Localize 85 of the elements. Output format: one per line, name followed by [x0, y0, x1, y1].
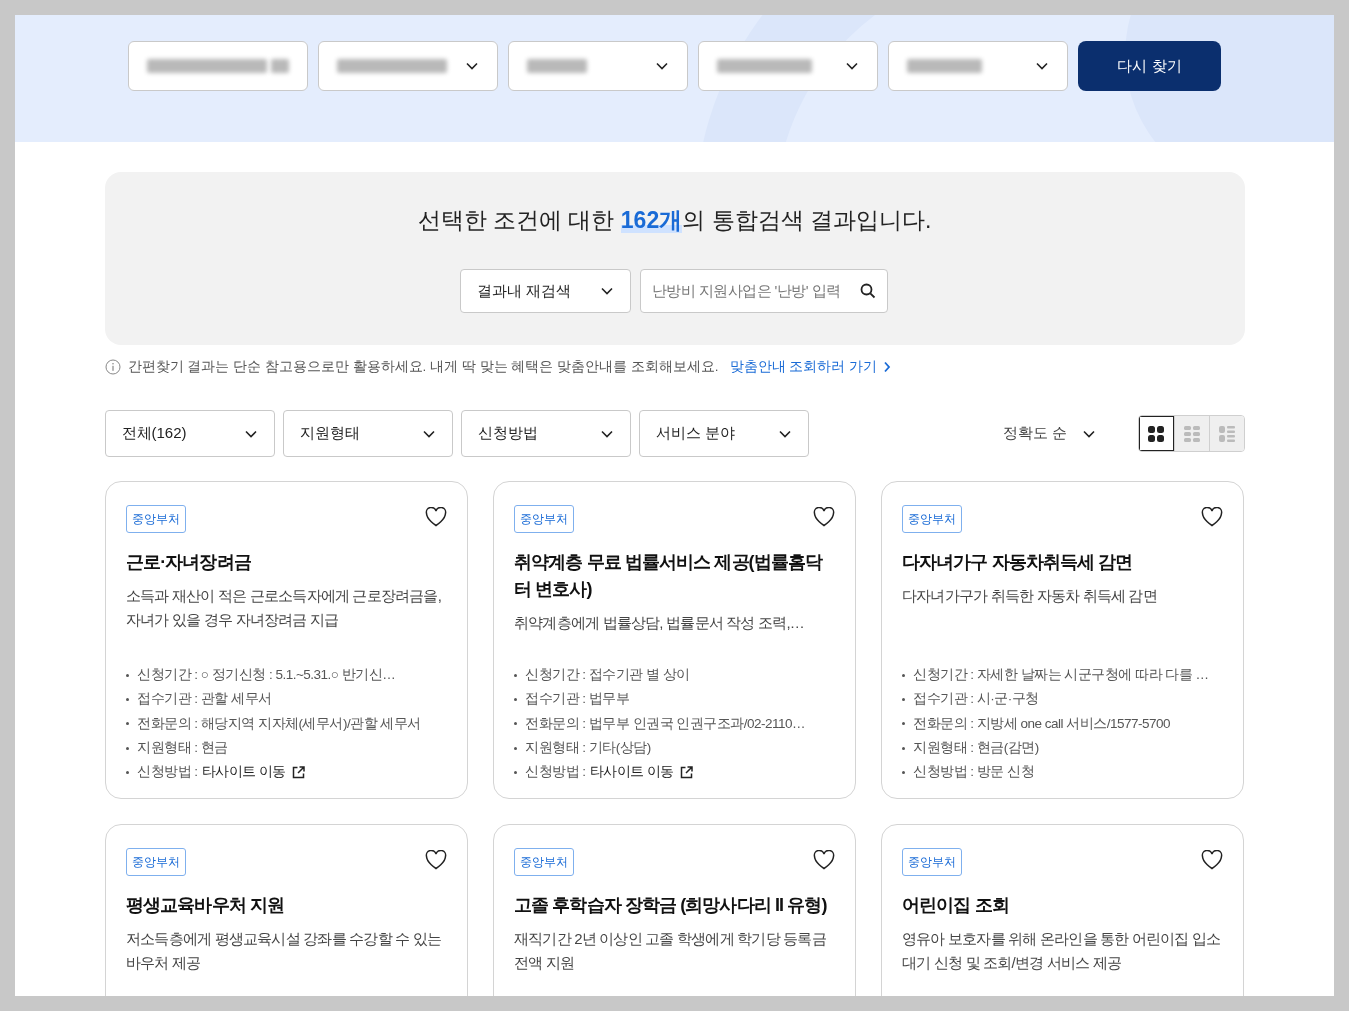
result-summary: 선택한 조건에 대한 162개의 통합검색 결과입니다. — [417, 206, 932, 235]
bullet-icon — [514, 697, 517, 701]
bullet-icon — [514, 673, 517, 677]
detail-text: 지원형태 : 기타(상담) — [525, 738, 651, 757]
benefit-title[interactable]: 어린이집 조회 — [902, 892, 1223, 919]
search-again-button[interactable]: 다시 찾기 — [1078, 41, 1221, 91]
detail-label: 신청방법 : — [137, 763, 198, 782]
bullet-icon — [126, 673, 129, 677]
benefit-card[interactable]: 중앙부처 평생교육바우처 지원 저소득층에게 평생교육시설 강좌를 수강할 수 있는 바우처 제공 — [105, 824, 468, 996]
search-icon[interactable] — [859, 283, 876, 299]
filter-dropdown[interactable]: 신청방법 — [460, 410, 631, 457]
bullet-icon — [902, 673, 905, 677]
detail-text: 전화문의 : 지방세 one call 서비스/1577-5700 — [913, 714, 1171, 733]
filter-dropdown[interactable]: 전체(162) — [104, 410, 275, 457]
category-tag: 중앙부처 — [126, 505, 186, 533]
bullet-icon — [902, 722, 905, 726]
heart-icon[interactable] — [425, 507, 447, 527]
filter-dropdown[interactable]: 지원형태 — [282, 410, 453, 457]
view-mode-button[interactable] — [1138, 416, 1174, 451]
external-site-link[interactable]: 타사이트 이동 — [589, 760, 693, 785]
benefit-description: 저소득층에게 평생교육시설 강좌를 수강할 수 있는 바우처 제공 — [126, 929, 443, 973]
heart-icon[interactable] — [813, 850, 835, 870]
category-tag: 중앙부처 — [902, 505, 962, 533]
benefit-card[interactable]: 중앙부처 취약계층 무료 법률서비스 제공(법률홈닥터 변호사) 취약계층에게 법률상담, 법률문서 작성 조력,… 신청기간 : 접수기관 별 상이 접수기관 : 법무부 전화문의 : 법무부 인권국 인권구조과/02-2110… 지원형태 : 기타(상담) 신청방법 : 타사이트 이동 — [493, 481, 856, 799]
detail-text: 접수기관 : 시·군·구청 — [913, 690, 1039, 709]
custom-guide-link[interactable]: 맞춤안내 조회하러 가기 — [729, 358, 892, 376]
benefit-description: 영유아 보호자를 위해 온라인을 통한 어린이집 입소대기 신청 및 조회/변경 서비스 제공 — [902, 929, 1222, 973]
tiles-icon — [1183, 425, 1200, 442]
benefit-description: 다자녀가구가 취득한 자동차 취득세 감면 — [902, 586, 1158, 606]
benefit-description: 재직기간 2년 이상인 고졸 학생에게 학기당 등록금 전액 지원 — [514, 929, 827, 973]
benefit-card[interactable]: 중앙부처 어린이집 조회 영유아 보호자를 위해 온라인을 통한 어린이집 입소대기 신청 및 조회/변경 서비스 제공 — [881, 824, 1244, 996]
benefit-description: 소득과 재산이 적은 근로소득자에게 근로장려금을, 자녀가 있을 경우 자녀장려금 지급 — [126, 586, 443, 630]
bullet-icon — [514, 746, 517, 750]
notice-text: 간편찾기 결과는 단순 참고용으로만 활용하세요. 내게 딱 맞는 혜택은 맞춤안내를 조회해보세요. — [127, 358, 719, 376]
detail-label: 신청방법 : — [525, 763, 586, 782]
benefit-title[interactable]: 다자녀가구 자동차취득세 감면 — [902, 549, 1223, 576]
external-link-icon — [679, 765, 693, 779]
heart-icon[interactable] — [1201, 507, 1223, 527]
benefit-card[interactable]: 중앙부처 고졸 후학습자 장학금 (희망사다리 II 유형) 재직기간 2년 이상인 고졸 학생에게 학기당 등록금 전액 지원 — [493, 824, 856, 996]
detail-text: 지원형태 : 현금 — [137, 738, 228, 757]
detail-text: 신청기간 : 접수기관 별 상이 — [525, 666, 690, 684]
bullet-icon — [902, 770, 905, 774]
detail-text: 지원형태 : 현금(감면) — [913, 738, 1039, 757]
bullet-icon — [126, 722, 129, 726]
benefit-card[interactable]: 중앙부처 다자녀가구 자동차취득세 감면 다자녀가구가 취득한 자동차 취득세 감면 신청기간 : 자세한 날짜는 시군구청에 따라 다를 … 접수기관 : 시·군·구청 전화문의 : 지방세 one call 서비스/1577-5700 지원형태 : 현금(감면) 신청방법 : 방문 신청 — [881, 481, 1244, 799]
filter-dropdown[interactable]: 서비스 분야 — [638, 410, 809, 457]
benefit-card[interactable]: 중앙부처 근로·자녀장려금 소득과 재산이 적은 근로소득자에게 근로장려금을, 자녀가 있을 경우 자녀장려금 지급 신청기간 : ○ 정기신청 : 5.1.~5.31.○ 반기신… 접수기관 : 관할 세무서 전화문의 : 해당지역 지자체(세무서)/관할 세무서 지원형태 : 현금 신청방법 : 타사이트 이동 — [105, 481, 468, 799]
benefit-title[interactable]: 고졸 후학습자 장학금 (희망사다리 II 유형) — [514, 892, 835, 919]
bullet-icon — [126, 770, 129, 774]
detail-text: 신청기간 : ○ 정기신청 : 5.1.~5.31.○ 반기신… — [137, 666, 396, 684]
grid-icon — [1148, 425, 1164, 442]
info-icon — [104, 359, 121, 375]
heart-icon[interactable] — [813, 507, 835, 527]
blurred-text — [527, 59, 587, 73]
bullet-icon — [902, 746, 905, 750]
bullet-icon — [126, 697, 129, 701]
scope-select[interactable]: 결과내 재검색 — [459, 269, 631, 313]
search-field[interactable]: 난방비 지원사업은 '난방' 입력 — [639, 269, 888, 313]
bullet-icon — [514, 770, 517, 774]
detail-text: 신청기간 : 자세한 날짜는 시군구청에 따라 다를 … — [913, 666, 1209, 684]
category-tag: 중앙부처 — [902, 848, 962, 876]
blurred-text — [271, 59, 289, 73]
external-site-link[interactable]: 타사이트 이동 — [201, 760, 305, 785]
detail-text: 전화문의 : 해당지역 지자체(세무서)/관할 세무서 — [137, 714, 421, 733]
view-mode-button[interactable] — [1173, 416, 1209, 451]
list-icon — [1218, 425, 1235, 442]
detail-text: 전화문의 : 법무부 인권국 인권구조과/02-2110… — [525, 714, 806, 733]
heart-icon[interactable] — [1201, 850, 1223, 870]
benefit-description: 취약계층에게 법률상담, 법률문서 작성 조력,… — [514, 613, 805, 633]
benefit-title[interactable]: 평생교육바우처 지원 — [126, 892, 447, 919]
detail-text: 신청방법 : 방문 신청 — [913, 763, 1034, 782]
benefit-title[interactable]: 취약계층 무료 법률서비스 제공(법률홈닥터 변호사) — [514, 549, 835, 603]
benefit-title[interactable]: 근로·자녀장려금 — [126, 549, 447, 576]
heart-icon[interactable] — [425, 850, 447, 870]
bullet-icon — [514, 722, 517, 726]
bullet-icon — [902, 697, 905, 701]
detail-text: 접수기관 : 관할 세무서 — [137, 690, 272, 709]
bullet-icon — [126, 746, 129, 750]
category-tag: 중앙부처 — [514, 505, 574, 533]
chevron-right-icon — [883, 361, 892, 373]
detail-text: 접수기관 : 법무부 — [525, 690, 630, 709]
category-tag: 중앙부처 — [126, 848, 186, 876]
external-link-icon — [291, 765, 305, 779]
sort-dropdown[interactable]: 정확도 순 — [1003, 424, 1096, 443]
category-tag: 중앙부처 — [514, 848, 574, 876]
